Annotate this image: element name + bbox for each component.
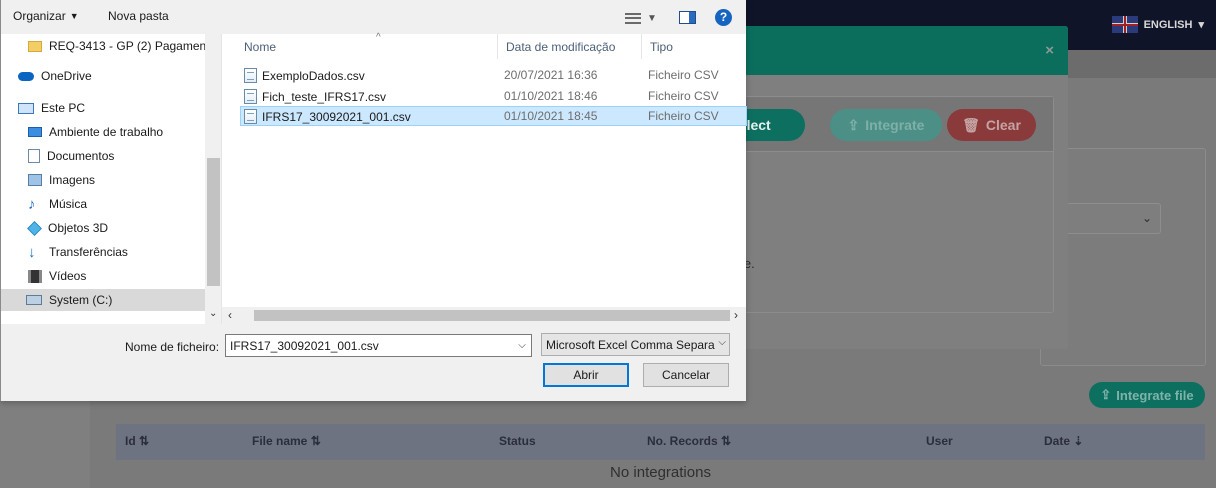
chevron-down-icon: ▾ bbox=[1198, 19, 1204, 31]
file-type-select[interactable]: Microsoft Excel Comma Separa ⌵ bbox=[541, 333, 730, 356]
file-type: Ficheiro CSV bbox=[648, 109, 719, 123]
column-header-name[interactable]: ^ Nome bbox=[236, 32, 498, 59]
file-row[interactable]: ExemploDados.csv 20/07/2021 16:36 Fichei… bbox=[240, 65, 747, 85]
chevron-down-icon[interactable]: ⌵ bbox=[513, 335, 531, 356]
scroll-thumb[interactable] bbox=[207, 158, 220, 286]
csv-file-icon bbox=[244, 68, 257, 83]
column-header-status: Status bbox=[499, 434, 536, 448]
organize-label: Organizar bbox=[13, 9, 66, 23]
file-list-pane: ^ Nome Data de modificação Tipo ExemploD… bbox=[221, 32, 747, 324]
onedrive-icon bbox=[18, 71, 34, 81]
upload-icon: ⇪ bbox=[847, 116, 860, 133]
dialog-bottom-area: Nome de ficheiro: ⌵ Microsoft Excel Comm… bbox=[1, 324, 746, 401]
nav-item-3d-objects[interactable]: Objetos 3D bbox=[27, 217, 108, 239]
scroll-down-icon[interactable]: ⌄ bbox=[209, 308, 217, 319]
file-open-dialog: Organizar ▼ Nova pasta ▼ ? REQ-3413 - GP… bbox=[0, 0, 747, 401]
desktop-icon bbox=[28, 127, 42, 137]
scroll-left-icon[interactable]: ‹ bbox=[228, 308, 232, 322]
filename-label: Nome de ficheiro: bbox=[125, 340, 220, 354]
clear-button[interactable]: 🗑 Clear bbox=[947, 109, 1036, 141]
language-selector[interactable]: ENGLISH ▾ bbox=[1111, 16, 1204, 33]
nav-item-images[interactable]: Imagens bbox=[28, 169, 95, 191]
integrate-button[interactable]: ⇪ Integrate bbox=[830, 109, 942, 141]
integrations-table-header: Id ⇅ File name ⇅ Status No. Records ⇅ Us… bbox=[116, 424, 1205, 460]
navigation-scrollbar[interactable]: ⌄ bbox=[205, 34, 222, 324]
videos-icon bbox=[28, 269, 42, 283]
scroll-right-icon[interactable]: › bbox=[734, 308, 738, 322]
integrate-file-label: Integrate file bbox=[1116, 387, 1194, 403]
file-type: Ficheiro CSV bbox=[648, 89, 719, 103]
csv-file-icon bbox=[244, 109, 257, 124]
file-date: 20/07/2021 16:36 bbox=[504, 68, 598, 82]
column-header-type[interactable]: Tipo bbox=[642, 34, 746, 59]
file-date: 01/10/2021 18:46 bbox=[504, 89, 598, 103]
empty-table-message: No integrations bbox=[610, 464, 711, 481]
folder-icon bbox=[28, 40, 42, 52]
file-name: Fich_teste_IFRS17.csv bbox=[262, 89, 387, 104]
nav-item-videos[interactable]: Vídeos bbox=[28, 265, 86, 287]
nav-item-req-folder[interactable]: REQ-3413 - GP (2) Pagamentos bbox=[28, 35, 221, 57]
cancel-button[interactable]: Cancelar bbox=[643, 363, 729, 387]
sort-ascending-icon: ^ bbox=[376, 32, 381, 43]
music-icon: ♪ bbox=[28, 195, 36, 213]
navigation-pane: REQ-3413 - GP (2) Pagamentos OneDrive Es… bbox=[1, 34, 221, 324]
clear-label: Clear bbox=[985, 117, 1021, 133]
preview-pane-icon[interactable] bbox=[679, 11, 696, 24]
file-type: Ficheiro CSV bbox=[648, 68, 719, 82]
language-label: ENGLISH bbox=[1143, 18, 1193, 31]
file-type-value: Microsoft Excel Comma Separa bbox=[546, 338, 715, 352]
chevron-down-icon: ⌵ bbox=[715, 337, 726, 348]
file-name: IFRS17_30092021_001.csv bbox=[262, 109, 411, 124]
pc-icon bbox=[18, 102, 34, 114]
integrate-label: Integrate bbox=[865, 117, 925, 133]
help-icon[interactable]: ? bbox=[715, 9, 732, 26]
file-row-selected[interactable]: IFRS17_30092021_001.csv 01/10/2021 18:45… bbox=[240, 106, 747, 126]
new-folder-button[interactable]: Nova pasta bbox=[108, 9, 169, 23]
filename-input[interactable] bbox=[225, 334, 532, 357]
uk-flag-icon bbox=[1111, 16, 1138, 33]
images-icon bbox=[28, 174, 42, 186]
upload-box: + Select ⇪ Integrate 🗑 Clear le. bbox=[681, 96, 1054, 313]
column-header-modified[interactable]: Data de modificação bbox=[498, 34, 642, 59]
nav-item-downloads[interactable]: ↓ Transferências bbox=[28, 241, 128, 263]
view-options-button[interactable]: ▼ bbox=[625, 11, 665, 25]
downloads-icon: ↓ bbox=[28, 243, 36, 261]
scroll-thumb[interactable] bbox=[254, 310, 730, 321]
documents-icon bbox=[28, 149, 40, 163]
integrate-file-button[interactable]: ⇪ Integrate file bbox=[1089, 382, 1205, 408]
column-header-date[interactable]: Date ⇣ bbox=[1044, 434, 1083, 448]
column-header-file-name[interactable]: File name ⇅ bbox=[252, 434, 321, 448]
dialog-toolbar: Organizar ▼ Nova pasta ▼ ? bbox=[1, 0, 746, 34]
column-header-records[interactable]: No. Records ⇅ bbox=[647, 434, 731, 448]
objects3d-icon bbox=[27, 220, 42, 236]
file-row[interactable]: Fich_teste_IFRS17.csv 01/10/2021 18:46 F… bbox=[240, 86, 747, 106]
open-button[interactable]: Abrir bbox=[543, 363, 629, 387]
chevron-down-icon: ⌄ bbox=[1141, 211, 1152, 225]
file-name: ExemploDados.csv bbox=[262, 68, 365, 83]
csv-file-icon bbox=[244, 89, 257, 104]
new-folder-label: Nova pasta bbox=[108, 9, 169, 23]
nav-item-onedrive[interactable]: OneDrive bbox=[18, 65, 92, 87]
nav-item-documents[interactable]: Documentos bbox=[28, 145, 114, 167]
organize-menu[interactable]: Organizar ▼ bbox=[13, 9, 79, 23]
chevron-down-icon: ▼ bbox=[647, 12, 657, 24]
file-date: 01/10/2021 18:45 bbox=[504, 109, 598, 123]
chevron-down-icon: ▼ bbox=[69, 11, 79, 21]
close-icon[interactable]: × bbox=[1045, 42, 1054, 59]
trash-icon: 🗑 bbox=[962, 116, 980, 133]
nav-item-este-pc[interactable]: Este PC bbox=[18, 97, 85, 119]
file-list-horizontal-scrollbar[interactable]: ‹ › bbox=[222, 307, 746, 324]
upload-toolbar: + Select ⇪ Integrate 🗑 Clear bbox=[681, 97, 1053, 152]
upload-icon: ⇪ bbox=[1100, 387, 1112, 402]
filter-select[interactable]: ⌄ bbox=[1060, 203, 1161, 234]
nav-item-desktop[interactable]: Ambiente de trabalho bbox=[28, 121, 163, 143]
nav-item-system-drive[interactable]: System (C:) bbox=[1, 289, 205, 311]
column-header-id[interactable]: Id ⇅ bbox=[125, 434, 149, 448]
column-header-user: User bbox=[926, 434, 953, 448]
drive-icon bbox=[26, 295, 42, 305]
view-details-icon bbox=[625, 12, 641, 24]
nav-item-music[interactable]: ♪ Música bbox=[28, 193, 87, 215]
